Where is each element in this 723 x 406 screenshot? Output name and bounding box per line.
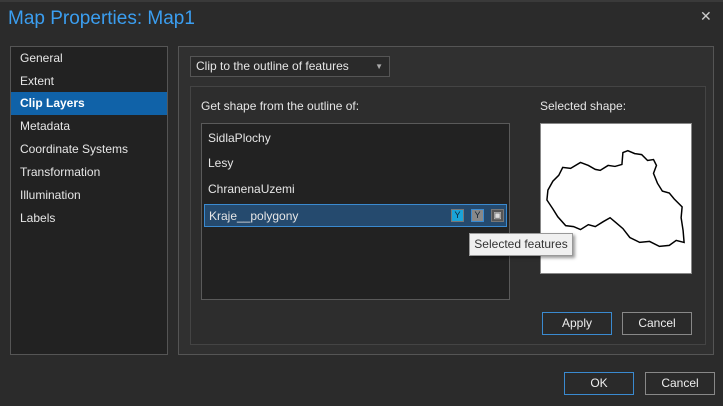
clip-mode-value: Clip to the outline of features: [196, 59, 349, 73]
top-strip: [0, 0, 723, 2]
selected-shape-label: Selected shape:: [540, 99, 627, 113]
list-item[interactable]: SidlaPlochy: [204, 127, 507, 150]
sidebar-item-labels[interactable]: Labels: [11, 207, 167, 230]
selected-features-icon[interactable]: Y: [471, 209, 484, 222]
ok-button[interactable]: OK: [564, 372, 634, 395]
list-item-selected[interactable]: Kraje__polygony Y Y ▣: [204, 204, 507, 227]
list-item[interactable]: Lesy: [204, 152, 507, 175]
sidebar: General Extent Clip Layers Metadata Coor…: [10, 46, 168, 355]
list-item[interactable]: ChranenaUzemi: [204, 178, 507, 201]
tooltip: Selected features: [469, 233, 573, 256]
sidebar-item-transformation[interactable]: Transformation: [11, 161, 167, 184]
layer-label: Kraje__polygony: [209, 209, 299, 223]
layer-list[interactable]: SidlaPlochy Lesy ChranenaUzemi Kraje__po…: [201, 123, 510, 300]
sidebar-item-metadata[interactable]: Metadata: [11, 115, 167, 138]
sidebar-item-general[interactable]: General: [11, 47, 167, 70]
shape-from-label: Get shape from the outline of:: [201, 99, 360, 113]
clip-mode-dropdown[interactable]: Clip to the outline of features ▼: [190, 56, 390, 77]
sidebar-item-extent[interactable]: Extent: [11, 70, 167, 93]
cancel-button[interactable]: Cancel: [645, 372, 715, 395]
visible-extent-icon[interactable]: ▣: [491, 209, 504, 222]
sidebar-item-coordinate-systems[interactable]: Coordinate Systems: [11, 138, 167, 161]
close-button[interactable]: ✕: [700, 8, 712, 25]
apply-button[interactable]: Apply: [542, 312, 612, 335]
chevron-down-icon: ▼: [375, 62, 383, 71]
sidebar-item-illumination[interactable]: Illumination: [11, 184, 167, 207]
sidebar-item-clip-layers[interactable]: Clip Layers: [11, 92, 167, 115]
all-features-icon[interactable]: Y: [451, 209, 464, 222]
dialog-title: Map Properties: Map1: [8, 8, 195, 29]
clip-cancel-button[interactable]: Cancel: [622, 312, 692, 335]
